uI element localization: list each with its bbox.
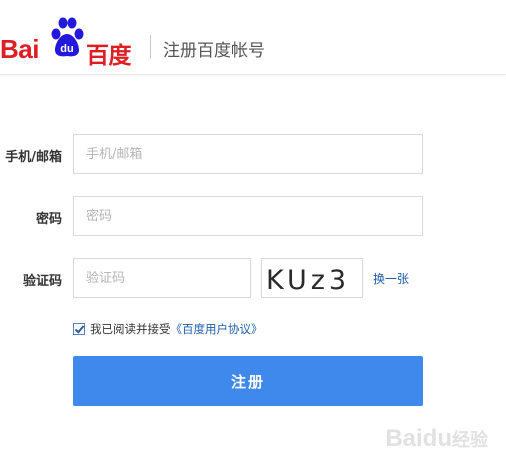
password-input[interactable]	[73, 196, 423, 236]
agreement-text: 我已阅读并接受	[90, 322, 171, 336]
logo-text-bai: Bai	[0, 34, 39, 64]
page-title: 注册百度帐号	[163, 41, 265, 61]
logo-text-cn: 百度	[86, 43, 132, 69]
register-button[interactable]: 注册	[73, 356, 423, 406]
logo-text-du: du	[60, 43, 73, 55]
baidu-logo[interactable]: Bai du 百度	[0, 14, 140, 69]
verify-code-input[interactable]	[73, 258, 251, 298]
refresh-captcha-link[interactable]: 换一张	[373, 270, 409, 287]
agreement-row: 我已阅读并接受 《百度用户协议》	[73, 321, 263, 337]
verify-code-label: 验证码	[22, 274, 62, 289]
watermark-cn: 经验	[452, 430, 488, 451]
watermark-latin: Bai	[385, 425, 423, 452]
page-header: Bai du 百度 注册百度帐号	[0, 0, 506, 75]
captcha-image[interactable]: KUz3	[261, 258, 363, 298]
phone-email-label: 手机/邮箱	[5, 150, 62, 165]
phone-email-input[interactable]	[73, 134, 423, 174]
captcha-text: KUz3	[266, 265, 350, 296]
header-divider	[150, 35, 151, 59]
baidu-paw-icon: du	[51, 17, 84, 57]
password-label: 密码	[35, 212, 62, 227]
user-agreement-link[interactable]: 《百度用户协议》	[171, 321, 263, 337]
watermark-latin2: du	[422, 425, 452, 452]
watermark: Baidu经验	[385, 425, 488, 453]
agree-checkbox[interactable]	[73, 323, 85, 335]
